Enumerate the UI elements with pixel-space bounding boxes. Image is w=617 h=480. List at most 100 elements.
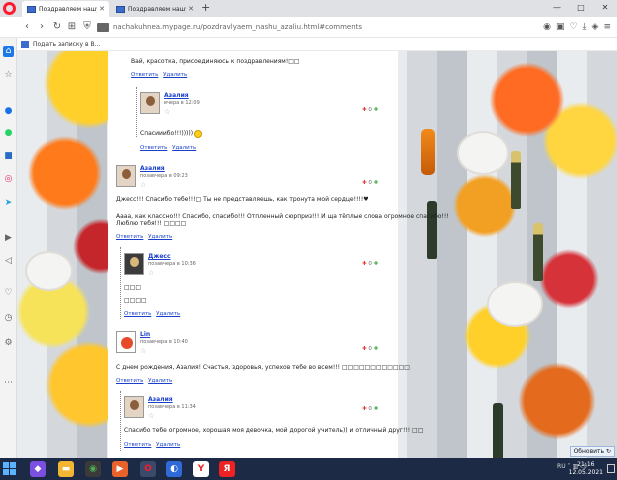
send-icon[interactable]: ◁ <box>3 256 14 267</box>
telegram-icon[interactable]: ➤ <box>3 198 14 209</box>
speed-dial-icon[interactable]: ⌂ <box>3 46 14 57</box>
vk-icon[interactable]: ■ <box>3 151 14 162</box>
vote-down-icon[interactable]: ✚ <box>362 180 367 186</box>
vote-up-icon[interactable]: ✚ <box>374 180 379 186</box>
favorite-star-icon[interactable]: ☆ <box>164 108 170 116</box>
vote-count: 0 <box>368 346 372 352</box>
vote-down-icon[interactable]: ✚ <box>362 107 367 113</box>
file-explorer-icon[interactable]: ▬ <box>58 461 74 477</box>
delete-link[interactable]: Удалить <box>172 145 196 151</box>
avatar[interactable] <box>124 253 144 275</box>
more-icon[interactable]: ⋯ <box>3 378 14 389</box>
bookmarks-star-icon[interactable]: ☆ <box>3 70 14 81</box>
comment-author[interactable]: Джесс <box>148 253 171 260</box>
site-favicon-icon <box>27 5 36 13</box>
camera-icon[interactable]: ◉ <box>543 20 551 34</box>
tab-grid-icon[interactable]: ⊞ <box>65 20 79 34</box>
sidebar-settings-icon[interactable]: ⚙ <box>3 338 14 349</box>
settings-icon[interactable]: ≡ <box>603 20 611 34</box>
reply-link[interactable]: Ответить <box>124 311 151 317</box>
avatar[interactable] <box>140 92 160 114</box>
avatar[interactable] <box>116 165 136 187</box>
vote-up-icon[interactable]: ✚ <box>374 261 379 267</box>
tab-close-icon[interactable]: ✕ <box>188 5 194 13</box>
comment-author[interactable]: Азалия <box>148 396 173 403</box>
delete-link[interactable]: Удалить <box>156 442 180 448</box>
tab-inactive[interactable]: Поздравляем нашу Азали... ✕ <box>111 1 198 17</box>
yandex-icon[interactable]: Y <box>193 461 209 477</box>
player-icon[interactable]: ▶ <box>3 233 14 244</box>
tab-close-icon[interactable]: ✕ <box>99 5 105 13</box>
comment-author[interactable]: Lin <box>140 331 150 338</box>
opera-taskbar-icon[interactable]: O <box>140 461 156 477</box>
clock[interactable]: 21:16 12.05.2021 <box>569 461 603 477</box>
delete-link[interactable]: Удалить <box>156 311 180 317</box>
background-bottle <box>421 129 435 175</box>
reload-icon[interactable]: ↻ <box>50 20 64 34</box>
windows-start-icon[interactable] <box>3 462 17 476</box>
opera-sidebar: ⌂ ☆ ● ● ■ ◎ ➤ ▶ ◁ ♡ ◷ ⚙ ⋯ <box>0 38 17 458</box>
comment-author[interactable]: Азалия <box>140 165 165 172</box>
bookmark-item[interactable]: Подать записку в В... <box>33 39 100 50</box>
instagram-icon[interactable]: ◎ <box>3 174 14 185</box>
tab-active[interactable]: Поздравляем нашу Азал... ✕ <box>22 1 109 17</box>
whatsapp-icon[interactable]: ● <box>3 128 14 139</box>
new-tab-button[interactable]: + <box>201 2 210 14</box>
reply-link[interactable]: Ответить <box>140 145 167 151</box>
refresh-button[interactable]: Обновить ↻ <box>569 446 615 457</box>
vote-down-icon[interactable]: ✚ <box>362 406 367 412</box>
favorite-star-icon[interactable]: ☆ <box>140 347 146 355</box>
notification-icon[interactable] <box>607 464 615 473</box>
clock-time: 21:16 <box>577 461 595 468</box>
avatar[interactable] <box>124 396 144 418</box>
favorite-star-icon[interactable]: ☆ <box>140 181 146 189</box>
extensions-icon[interactable]: ◈ <box>592 20 599 34</box>
language-indicator[interactable]: RU <box>557 463 566 470</box>
vote-up-icon[interactable]: ✚ <box>374 107 379 113</box>
vote-up-icon[interactable]: ✚ <box>374 406 379 412</box>
reply-link[interactable]: Ответить <box>124 442 151 448</box>
messenger-icon[interactable]: ● <box>3 106 14 117</box>
address-bar: ‹ › ↻ ⊞ ⛨ nachakuhnea.mypage.ru/pozdravl… <box>0 17 617 38</box>
minimize-button[interactable]: — <box>547 1 567 15</box>
comment-text: Джесс!!! Спасибо тебе!!!□ Ты не представ… <box>116 196 369 203</box>
comment-text: □□□□ <box>124 297 147 304</box>
chrome-icon[interactable]: ◉ <box>85 461 101 477</box>
heart-icon[interactable]: ♡ <box>569 20 577 34</box>
tab-label: Поздравляем нашу Азали... <box>128 5 186 13</box>
thread-line <box>120 391 121 451</box>
back-icon[interactable]: ‹ <box>20 20 34 34</box>
vote-down-icon[interactable]: ✚ <box>362 261 367 267</box>
vote-count: 0 <box>368 107 372 113</box>
reply-link[interactable]: Ответить <box>116 378 143 384</box>
yandex-browser-icon[interactable]: ◐ <box>166 461 182 477</box>
url-field[interactable]: nachakuhnea.mypage.ru/pozdravlyaem_nashu… <box>113 21 362 33</box>
vote-down-icon[interactable]: ✚ <box>362 346 367 352</box>
favorite-star-icon[interactable]: ☆ <box>148 269 154 277</box>
close-window-button[interactable]: ✕ <box>595 1 615 15</box>
download-icon[interactable]: ⤓ <box>583 20 587 34</box>
delete-link[interactable]: Удалить <box>163 72 187 78</box>
delete-link[interactable]: Удалить <box>148 234 172 240</box>
cube-icon[interactable]: ▣ <box>556 20 565 34</box>
yandex-search-icon[interactable]: Я <box>219 461 235 477</box>
opera-logo-icon[interactable] <box>3 2 16 15</box>
reply-link[interactable]: Ответить <box>116 234 143 240</box>
reply-link[interactable]: Ответить <box>131 72 158 78</box>
delete-link[interactable]: Удалить <box>148 378 172 384</box>
comment-text: С днем рождения, Азалия! Счастья, здоров… <box>116 364 410 371</box>
avatar[interactable] <box>116 331 136 353</box>
vote-widget: ✚ 0 ✚ <box>362 107 378 113</box>
maximize-button[interactable]: □ <box>571 1 591 15</box>
favorite-star-icon[interactable]: ☆ <box>148 412 154 420</box>
site-info-icon[interactable] <box>97 23 109 32</box>
favorites-heart-icon[interactable]: ♡ <box>3 288 14 299</box>
media-player-icon[interactable]: ▶ <box>112 461 128 477</box>
forward-icon[interactable]: › <box>35 20 49 34</box>
vpn-icon[interactable]: ⛨ <box>80 20 94 34</box>
history-clock-icon[interactable]: ◷ <box>3 313 14 324</box>
comment-author[interactable]: Азалия <box>164 92 189 99</box>
background-bottle <box>511 151 521 209</box>
alice-assistant-icon[interactable]: ◆ <box>30 461 46 477</box>
vote-up-icon[interactable]: ✚ <box>374 346 379 352</box>
